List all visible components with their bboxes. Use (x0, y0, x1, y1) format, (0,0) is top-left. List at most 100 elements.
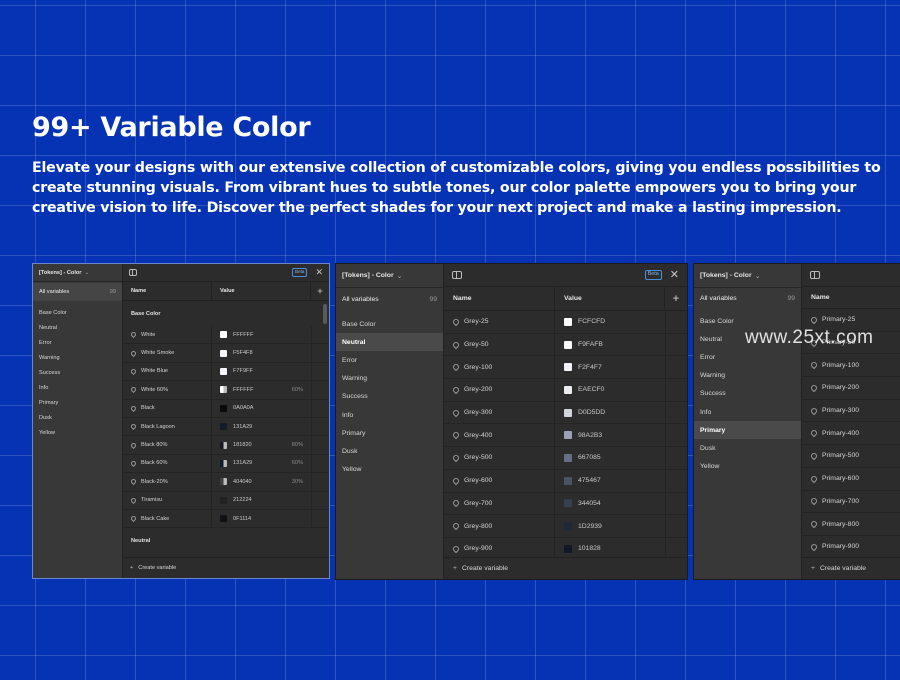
table-row[interactable]: Black 60% 131A29 60% (123, 454, 329, 474)
table-row[interactable]: Primary-200 (802, 377, 900, 400)
variable-value-cell[interactable]: 667085 (555, 447, 665, 469)
variable-name[interactable]: Primary-25 (822, 316, 855, 323)
table-row[interactable]: White Blue F7F9FF (123, 362, 329, 382)
variable-name[interactable]: Grey-300 (464, 409, 492, 416)
variable-name[interactable]: Grey-700 (464, 500, 492, 507)
opacity-value[interactable]: 80% (292, 442, 303, 448)
variable-name[interactable]: Primary-600 (822, 475, 859, 482)
group-item-primary[interactable]: Primary (694, 421, 801, 440)
table-row[interactable]: Primary-100 (802, 354, 900, 378)
table-row[interactable]: Primary-500 (802, 445, 900, 468)
table-row[interactable]: Grey-800 1D2939 (444, 515, 687, 538)
variable-value-cell[interactable]: 0F1114 (212, 510, 311, 527)
hex-value[interactable]: 181820 (233, 442, 252, 448)
table-row[interactable]: Grey-400 98A2B3 (444, 424, 687, 448)
group-item-warning[interactable]: Warning (694, 367, 801, 385)
variable-name[interactable]: Primary-100 (822, 362, 859, 369)
hex-value[interactable]: 1D2939 (578, 523, 602, 530)
table-row[interactable]: Grey-700 344054 (444, 492, 687, 516)
group-item-base-color[interactable]: Base Color (33, 305, 122, 320)
variable-name[interactable]: Primary-400 (822, 430, 859, 437)
table-row[interactable]: Primary-800 (802, 513, 900, 536)
color-swatch[interactable] (220, 423, 227, 431)
variable-value-cell[interactable]: F9FAFB (555, 334, 665, 356)
close-icon[interactable]: ✕ (670, 269, 679, 281)
variable-name[interactable]: Tiramisu (141, 497, 162, 503)
group-item-success[interactable]: Success (694, 385, 801, 403)
color-swatch[interactable] (220, 331, 227, 339)
table-row[interactable]: Tiramisu 212224 (123, 491, 329, 510)
color-swatch[interactable] (564, 317, 572, 326)
group-item-primary[interactable]: Primary (336, 424, 443, 442)
color-swatch[interactable] (564, 340, 572, 349)
hex-value[interactable]: 344054 (578, 500, 601, 507)
group-item-info[interactable]: Info (694, 403, 801, 421)
table-row[interactable]: Black 80% 181820 80% (123, 436, 329, 455)
variable-value-cell[interactable]: FFFFFF (212, 326, 311, 343)
color-swatch[interactable] (220, 386, 227, 394)
variable-name[interactable]: White Smoke (141, 350, 174, 356)
variable-value-cell[interactable]: 0A0A0A (212, 400, 311, 417)
group-item-base-color[interactable]: Base Color (336, 315, 443, 333)
group-item-warning[interactable]: Warning (336, 370, 443, 388)
hex-value[interactable]: F5F4F8 (233, 350, 253, 356)
variable-name[interactable]: Black-20% (141, 479, 168, 485)
variable-name[interactable]: Primary-800 (822, 521, 859, 528)
table-row[interactable]: Black-20% 404040 30% (123, 473, 329, 492)
color-swatch[interactable] (564, 363, 572, 372)
sidebar-toggle-icon[interactable] (129, 269, 137, 276)
hex-value[interactable]: 404040 (233, 479, 252, 485)
hex-value[interactable]: FFFFFF (233, 387, 254, 393)
variable-value-cell[interactable]: FFFFFF 60% (212, 381, 311, 398)
hex-value[interactable]: 212224 (233, 497, 252, 503)
all-variables-item[interactable]: All variables 99 (33, 283, 122, 301)
table-row[interactable]: Primary-700 (802, 491, 900, 514)
variable-name[interactable]: White Blue (141, 368, 168, 374)
variable-value-cell[interactable]: EAECF0 (555, 379, 665, 401)
hex-value[interactable]: 0F1114 (233, 516, 251, 522)
variable-name[interactable]: Black 60% (141, 460, 167, 466)
variable-name[interactable]: Black Lagoon (141, 424, 175, 430)
color-swatch[interactable] (564, 499, 572, 508)
color-swatch[interactable] (220, 441, 227, 449)
group-item-dusk[interactable]: Dusk (694, 439, 801, 457)
variable-name[interactable]: Primary-300 (822, 407, 859, 414)
table-row[interactable]: Grey-100 F2F4F7 (444, 356, 687, 380)
color-swatch[interactable] (220, 478, 227, 486)
color-swatch[interactable] (564, 385, 572, 394)
create-variable-button[interactable]: + Create variable (123, 557, 329, 578)
opacity-value[interactable]: 60% (292, 387, 303, 393)
variable-value-cell[interactable]: 212224 (212, 492, 311, 509)
variable-value-cell[interactable]: 131A29 60% (212, 455, 311, 472)
group-item-success[interactable]: Success (33, 365, 122, 380)
variable-name[interactable]: Grey-600 (464, 477, 492, 484)
group-item-neutral[interactable]: Neutral (336, 333, 443, 352)
hex-value[interactable]: 131A29 (233, 424, 252, 430)
add-mode-button[interactable]: + (665, 293, 687, 305)
variable-name[interactable]: Grey-900 (464, 545, 492, 552)
opacity-value[interactable]: 30% (292, 479, 303, 485)
variable-name[interactable]: Grey-500 (464, 454, 492, 461)
variable-value-cell[interactable]: 344054 (555, 493, 665, 515)
variable-value-cell[interactable]: 475467 (555, 470, 665, 492)
group-item-yellow[interactable]: Yellow (694, 458, 801, 476)
table-row[interactable]: Grey-200 EAECF0 (444, 379, 687, 402)
color-swatch[interactable] (220, 459, 227, 467)
color-swatch[interactable] (564, 476, 572, 485)
group-item-warning[interactable]: Warning (33, 350, 122, 365)
variable-value-cell[interactable]: D0D5DD (555, 402, 665, 424)
variable-value-cell[interactable]: F2F4F7 (555, 356, 665, 378)
variable-value-cell[interactable]: 98A2B3 (555, 424, 665, 446)
color-swatch[interactable] (220, 515, 227, 523)
variable-name[interactable]: Black Cake (141, 516, 169, 522)
color-swatch[interactable] (564, 522, 572, 531)
collection-selector[interactable]: [Tokens] - Color ⌄ (336, 264, 443, 288)
color-swatch[interactable] (220, 367, 227, 375)
opacity-value[interactable]: 60% (292, 460, 303, 466)
hex-value[interactable]: 475467 (578, 477, 601, 484)
variable-name[interactable]: Primary-200 (822, 384, 859, 391)
color-swatch[interactable] (564, 431, 572, 440)
variable-value-cell[interactable]: F5F4F8 (212, 344, 311, 361)
create-variable-button[interactable]: + Create variable (444, 557, 687, 579)
variable-value-cell[interactable]: 131A29 (212, 418, 311, 435)
